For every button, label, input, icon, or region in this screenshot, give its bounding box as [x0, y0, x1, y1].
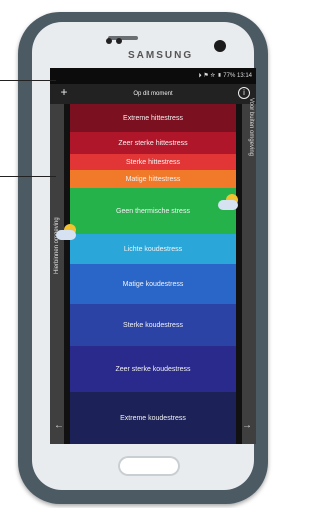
- right-panel: Voor buiten omgeving: [242, 98, 256, 444]
- band-label: Geen thermische stress: [116, 207, 190, 215]
- callout-leader-line: [0, 80, 56, 81]
- callout-leader-line: [0, 176, 56, 177]
- stress-band-very-strong-cold[interactable]: Zeer sterke koudestress: [70, 346, 236, 392]
- front-sensor-dot: [106, 38, 112, 44]
- stress-band-light-cold[interactable]: Lichte koudestress: [70, 234, 236, 264]
- front-camera: [214, 40, 226, 52]
- stress-band-extreme-heat[interactable]: Extreme hittestress: [70, 104, 236, 132]
- home-button[interactable]: [118, 456, 180, 476]
- status-bar-text: ⏵ ⚑ ☆ ▮ 77% 13:14: [198, 73, 252, 79]
- earpiece-speaker: [108, 36, 138, 40]
- band-label: Zeer sterke koudestress: [115, 365, 191, 373]
- outdoor-weather-icon: [218, 194, 240, 212]
- stress-band-strong-cold[interactable]: Sterke koudestress: [70, 304, 236, 346]
- stress-band-no-thermal-stress[interactable]: Geen thermische stress: [70, 188, 236, 234]
- status-bar: ⏵ ⚑ ☆ ▮ 77% 13:14: [50, 68, 256, 84]
- arrow-left-icon[interactable]: ←: [54, 420, 64, 431]
- band-label: Sterke hittestress: [125, 158, 181, 166]
- band-label: Sterke koudestress: [123, 321, 183, 329]
- band-label: Matige hittestress: [125, 175, 181, 183]
- device-brand: SAMSUNG: [128, 50, 194, 61]
- band-label: Zeer sterke hittestress: [118, 139, 188, 147]
- app-header: Op dit moment: [50, 84, 256, 104]
- stress-band-moderate-cold[interactable]: Matige koudestress: [70, 264, 236, 304]
- stress-band-very-strong-heat[interactable]: Zeer sterke hittestress: [70, 132, 236, 154]
- band-label: Extreme koudestress: [120, 414, 186, 422]
- band-label: Matige koudestress: [122, 280, 184, 288]
- phone-screen: ⏵ ⚑ ☆ ▮ 77% 13:14 Op dit moment + i Hier…: [50, 68, 256, 444]
- cloud-icon: [56, 230, 76, 240]
- indoor-weather-icon: [56, 224, 78, 242]
- left-panel: Hierbinnen omgeving: [50, 104, 64, 444]
- outdoor-environment-label: Voor buiten omgeving: [248, 97, 254, 156]
- cloud-icon: [218, 200, 238, 210]
- arrow-right-icon[interactable]: →: [242, 420, 252, 431]
- stress-band-extreme-cold[interactable]: Extreme koudestress: [70, 392, 236, 444]
- stress-band-strong-heat[interactable]: Sterke hittestress: [70, 154, 236, 170]
- band-label: Extreme hittestress: [123, 114, 183, 122]
- band-label: Lichte koudestress: [123, 245, 183, 253]
- stress-band-moderate-heat[interactable]: Matige hittestress: [70, 170, 236, 188]
- app-title: Op dit moment: [133, 91, 173, 97]
- front-sensor-dot: [116, 38, 122, 44]
- add-button[interactable]: +: [58, 86, 70, 98]
